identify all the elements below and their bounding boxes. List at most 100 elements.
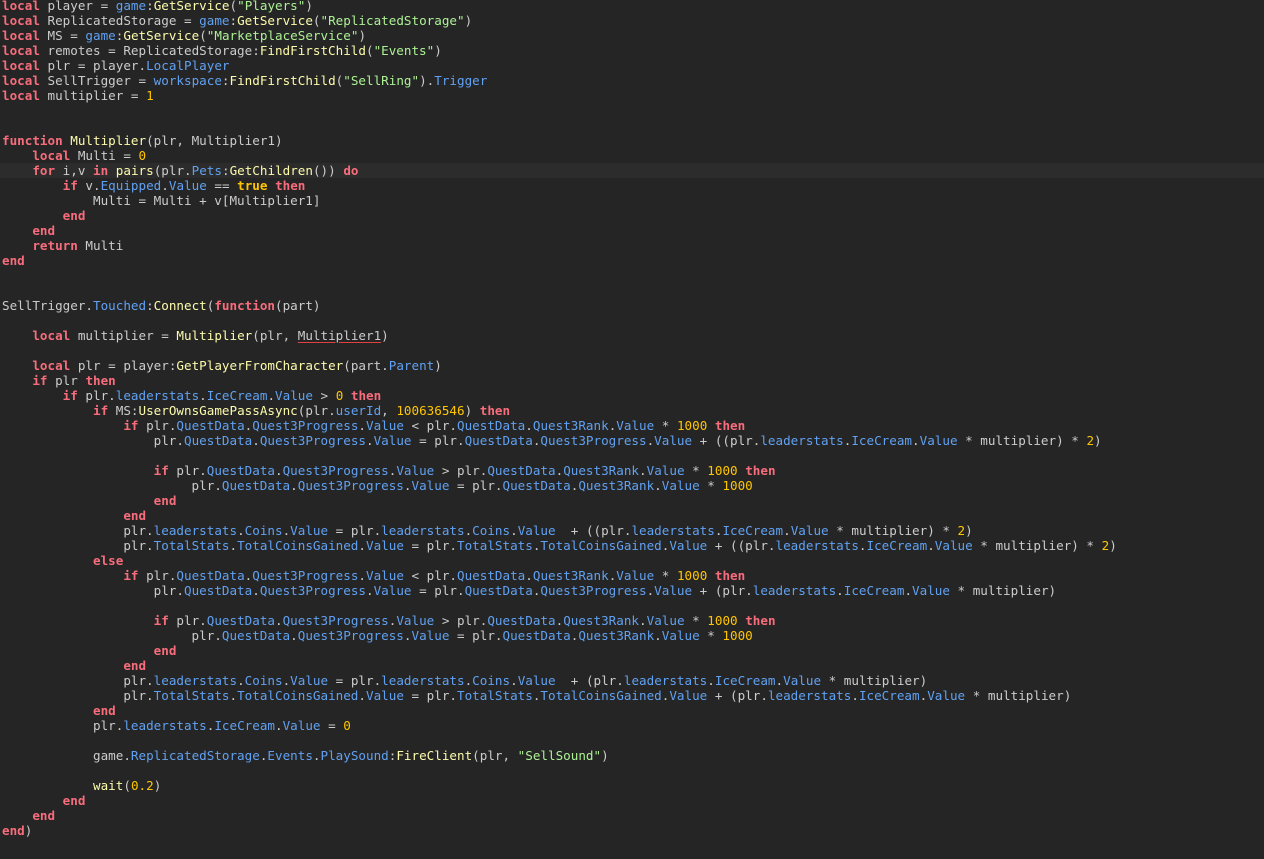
code-line[interactable]: if plr.QuestData.Quest3Progress.Value > … — [0, 463, 1264, 478]
code-token: ) — [154, 778, 162, 793]
code-line[interactable]: plr.QuestData.Quest3Progress.Value = plr… — [0, 583, 1264, 598]
code-token: IceCream — [867, 538, 928, 553]
code-line[interactable]: end — [0, 643, 1264, 658]
code-token: Value — [518, 673, 556, 688]
code-line[interactable]: return Multi — [0, 238, 1264, 253]
code-line[interactable]: if v.Equipped.Value == true then — [0, 178, 1264, 193]
code-token: (part. — [343, 358, 389, 373]
code-token: Multiplier — [70, 133, 146, 148]
code-token: . — [237, 523, 245, 538]
code-line[interactable]: function Multiplier(plr, Multiplier1) — [0, 133, 1264, 148]
code-line[interactable] — [0, 343, 1264, 358]
code-token: * multiplier) * — [829, 523, 958, 538]
code-line[interactable]: game.ReplicatedStorage.Events.PlaySound:… — [0, 748, 1264, 763]
code-line[interactable]: if MS:UserOwnsGamePassAsync(plr.userId, … — [0, 403, 1264, 418]
code-line[interactable] — [0, 733, 1264, 748]
code-line[interactable]: end — [0, 808, 1264, 823]
code-token: leaderstats — [154, 523, 237, 538]
code-line[interactable] — [0, 313, 1264, 328]
code-token: : — [146, 0, 154, 13]
code-line[interactable]: plr.TotalStats.TotalCoinsGained.Value = … — [0, 538, 1264, 553]
code-token: plr = player: — [70, 358, 176, 373]
code-line[interactable]: plr.QuestData.Quest3Progress.Value = plr… — [0, 628, 1264, 643]
code-token: LocalPlayer — [146, 58, 229, 73]
code-line[interactable]: local multiplier = Multiplier(plr, Multi… — [0, 328, 1264, 343]
code-token: Coins — [472, 523, 510, 538]
code-token: leaderstats — [624, 673, 707, 688]
code-token: Equipped — [101, 178, 162, 193]
code-line[interactable]: plr.leaderstats.Coins.Value = plr.leader… — [0, 523, 1264, 538]
code-line[interactable]: SellTrigger.Touched:Connect(function(par… — [0, 298, 1264, 313]
script-editor[interactable]: local player = game:GetService("Players"… — [0, 0, 1264, 859]
code-token — [2, 358, 32, 373]
code-token: QuestData — [487, 613, 555, 628]
code-line[interactable]: local plr = player.LocalPlayer — [0, 58, 1264, 73]
code-token — [2, 613, 154, 628]
code-token: plr — [48, 373, 86, 388]
code-line[interactable]: end — [0, 208, 1264, 223]
code-line[interactable]: local ReplicatedStorage = game:GetServic… — [0, 13, 1264, 28]
code-line[interactable] — [0, 283, 1264, 298]
code-line[interactable]: else — [0, 553, 1264, 568]
code-line[interactable] — [0, 598, 1264, 613]
code-token: . — [510, 673, 518, 688]
code-line[interactable]: Multi = Multi + v[Multiplier1] — [0, 193, 1264, 208]
code-line[interactable]: end — [0, 508, 1264, 523]
code-line[interactable]: end) — [0, 823, 1264, 838]
code-line[interactable]: end — [0, 493, 1264, 508]
code-line[interactable]: local player = game:GetService("Players"… — [0, 0, 1264, 13]
code-token: GetService — [123, 28, 199, 43]
code-line[interactable]: local plr = player:GetPlayerFromCharacte… — [0, 358, 1264, 373]
code-token: plr. — [169, 463, 207, 478]
code-token: ( — [366, 43, 374, 58]
code-line[interactable]: plr.QuestData.Quest3Progress.Value = plr… — [0, 433, 1264, 448]
code-token: Touched — [93, 298, 146, 313]
code-line[interactable]: plr.leaderstats.IceCream.Value = 0 — [0, 718, 1264, 733]
code-token: Quest3Rank — [563, 463, 639, 478]
code-line[interactable]: if plr.QuestData.Quest3Progress.Value < … — [0, 418, 1264, 433]
code-token: "Players" — [237, 0, 305, 13]
code-token: Value — [411, 478, 449, 493]
code-token — [108, 163, 116, 178]
code-token: plr. — [139, 418, 177, 433]
code-line[interactable]: end — [0, 658, 1264, 673]
code-line[interactable] — [0, 103, 1264, 118]
code-line[interactable]: if plr.QuestData.Quest3Progress.Value > … — [0, 613, 1264, 628]
code-token: 0 — [139, 148, 147, 163]
code-line[interactable]: plr.QuestData.Quest3Progress.Value = plr… — [0, 478, 1264, 493]
code-line[interactable] — [0, 448, 1264, 463]
code-line[interactable]: plr.TotalStats.TotalCoinsGained.Value = … — [0, 688, 1264, 703]
code-line[interactable]: if plr.QuestData.Quest3Progress.Value < … — [0, 568, 1264, 583]
code-line[interactable]: if plr then — [0, 373, 1264, 388]
code-line[interactable] — [0, 763, 1264, 778]
code-token: . — [510, 523, 518, 538]
code-line[interactable]: local multiplier = 1 — [0, 88, 1264, 103]
code-line[interactable]: for i,v in pairs(plr.Pets:GetChildren())… — [0, 163, 1264, 178]
code-line[interactable]: end — [0, 793, 1264, 808]
code-token: TotalStats — [457, 538, 533, 553]
code-line[interactable]: local remotes = ReplicatedStorage:FindFi… — [0, 43, 1264, 58]
code-token: local — [2, 13, 40, 28]
code-token: : — [146, 298, 154, 313]
code-line[interactable]: if plr.leaderstats.IceCream.Value > 0 th… — [0, 388, 1264, 403]
code-line[interactable]: end — [0, 223, 1264, 238]
code-line[interactable]: wait(0.2) — [0, 778, 1264, 793]
code-line[interactable]: local Multi = 0 — [0, 148, 1264, 163]
code-token: then — [351, 388, 381, 403]
code-token: SellTrigger = — [40, 73, 154, 88]
code-token: if — [123, 418, 138, 433]
code-token: . — [366, 583, 374, 598]
code-token: local — [2, 88, 40, 103]
code-line[interactable]: local MS = game:GetService("MarketplaceS… — [0, 28, 1264, 43]
code-line[interactable]: end — [0, 253, 1264, 268]
code-line[interactable]: plr.leaderstats.Coins.Value = plr.leader… — [0, 673, 1264, 688]
code-line[interactable] — [0, 268, 1264, 283]
code-line[interactable]: end — [0, 703, 1264, 718]
code-line[interactable]: local SellTrigger = workspace:FindFirstC… — [0, 73, 1264, 88]
code-token: : — [222, 73, 230, 88]
code-token: = plr. — [412, 433, 465, 448]
code-token: FireClient — [396, 748, 472, 763]
code-token: 0.2 — [131, 778, 154, 793]
code-token — [343, 388, 351, 403]
code-line[interactable] — [0, 118, 1264, 133]
